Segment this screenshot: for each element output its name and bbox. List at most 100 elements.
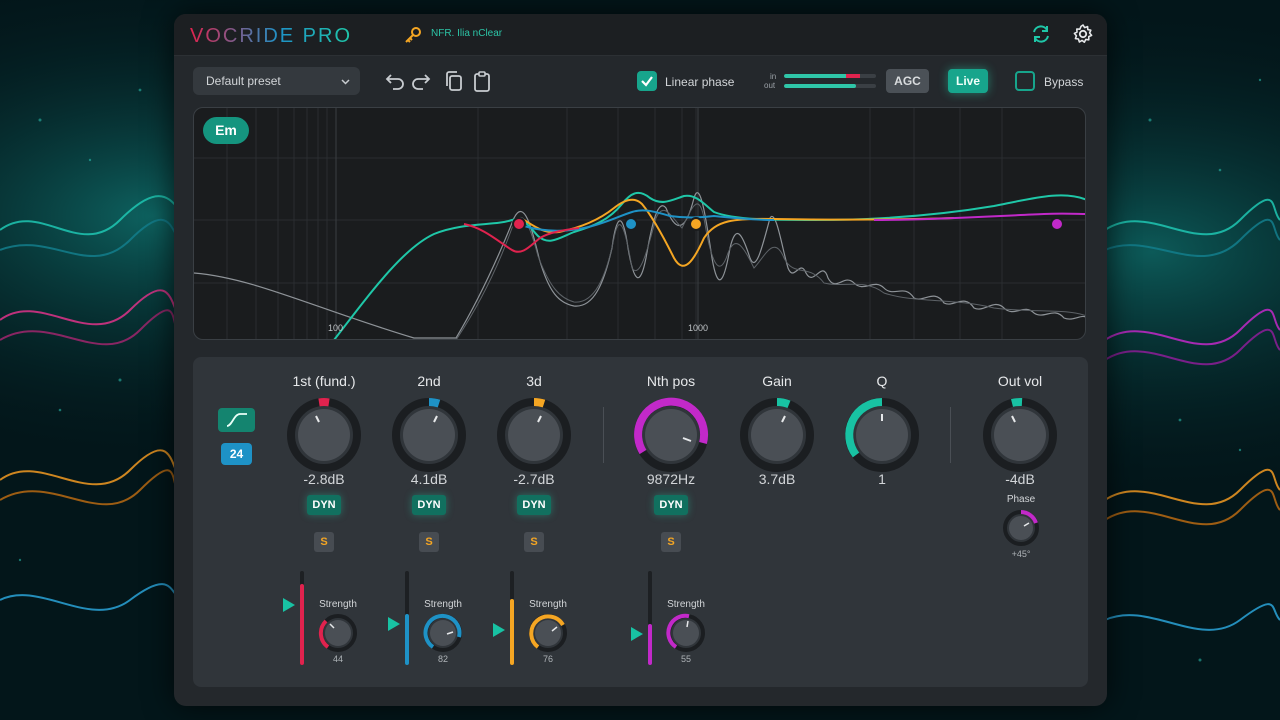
band-2-knob[interactable] xyxy=(391,397,467,473)
band-3-label: 3d xyxy=(526,373,542,389)
band-1-label: 1st (fund.) xyxy=(292,373,356,389)
band-3-solo-button[interactable]: S xyxy=(524,532,544,552)
band-3-strength-value: 76 xyxy=(542,654,553,664)
grid-lines xyxy=(194,108,1085,339)
filter-shape-button[interactable] xyxy=(218,408,255,432)
band-2-value: 4.1dB xyxy=(410,471,448,487)
band-1-knob[interactable] xyxy=(286,397,362,473)
q-knob[interactable] xyxy=(844,397,920,473)
out-vol-value: -4dB xyxy=(1005,471,1035,487)
band-2-label: 2nd xyxy=(417,373,441,389)
band-1-strength-fill xyxy=(300,584,304,665)
band-2-strength-knob[interactable] xyxy=(423,613,463,653)
band-4-strength-bar[interactable] xyxy=(648,571,652,665)
undo-icon[interactable] xyxy=(384,70,406,92)
band-4-knob[interactable] xyxy=(633,397,709,473)
output-level-meter xyxy=(784,84,876,88)
band-3-node xyxy=(689,217,703,231)
preset-dropdown[interactable]: Default preset xyxy=(193,67,360,95)
svg-text:VOCRIDE PRO: VOCRIDE PRO xyxy=(190,25,352,47)
eq-display[interactable]: Em 100 1000 xyxy=(193,107,1086,340)
band-1-strength-knob[interactable] xyxy=(318,613,358,653)
band-2-strength-arrow[interactable] xyxy=(388,617,400,631)
gain-knob[interactable] xyxy=(739,397,815,473)
chevron-down-icon xyxy=(341,79,350,85)
band-2-strength-value: 82 xyxy=(437,654,448,664)
freq-label-100: 100 xyxy=(328,323,344,333)
section-divider xyxy=(950,407,951,463)
bypass-label: Bypass xyxy=(1044,75,1084,89)
band-2-node xyxy=(624,217,638,231)
band-1-value: -2.8dB xyxy=(303,471,345,487)
band-3-knob[interactable] xyxy=(496,397,572,473)
section-divider xyxy=(603,407,604,463)
gear-icon[interactable] xyxy=(1072,23,1094,45)
band-2-strength-fill xyxy=(405,614,409,665)
band-4-value: 9872Hz xyxy=(646,471,696,487)
out-vol-knob[interactable] xyxy=(982,397,1058,473)
key-badge[interactable]: Em xyxy=(203,117,249,144)
controls-panel: 24 1st (fund.) -2.8dB DYN S 2nd 4.1dB DY… xyxy=(193,357,1088,687)
band-2-dyn-button[interactable]: DYN xyxy=(412,495,446,515)
shelf-icon xyxy=(226,413,247,427)
band-4-strength-arrow[interactable] xyxy=(631,627,643,641)
band-2-strength-bar[interactable] xyxy=(405,571,409,665)
gain-value: 3.7dB xyxy=(758,471,796,487)
agc-button[interactable]: AGC xyxy=(886,69,929,93)
input-level-meter xyxy=(784,74,876,78)
title-bar: VOCRIDE PRO NFR. Ilia nClear xyxy=(174,14,1107,56)
meter-out-label: out xyxy=(764,81,776,90)
linear-phase-checkbox[interactable] xyxy=(637,71,657,91)
band-1-solo-button[interactable]: S xyxy=(314,532,334,552)
paste-icon[interactable] xyxy=(471,70,493,92)
q-label: Q xyxy=(876,373,888,389)
spectrum-trace-secondary xyxy=(456,203,1085,339)
preset-label: Default preset xyxy=(206,74,281,88)
slope-button[interactable]: 24 xyxy=(221,443,252,465)
spectrum-trace xyxy=(194,192,1085,339)
band-3-strength-arrow[interactable] xyxy=(493,623,505,637)
band-4-solo-button[interactable]: S xyxy=(661,532,681,552)
bypass-checkbox[interactable] xyxy=(1015,71,1035,91)
band-1-node xyxy=(512,217,526,231)
band-3-value: -2.7dB xyxy=(513,471,555,487)
band-1-strength-arrow[interactable] xyxy=(283,598,295,612)
band-4-node xyxy=(1050,217,1064,231)
band-4-dyn-button[interactable]: DYN xyxy=(654,495,688,515)
q-value: 1 xyxy=(878,471,886,487)
copy-icon[interactable] xyxy=(443,70,465,92)
logo: VOCRIDE PRO xyxy=(190,25,352,47)
band-1-strength-bar[interactable] xyxy=(300,571,304,665)
band-3-strength-bar[interactable] xyxy=(510,571,514,665)
sync-icon[interactable] xyxy=(1030,23,1052,45)
band-3-strength-label: Strength xyxy=(529,599,567,610)
meter-in-label: in xyxy=(770,72,777,81)
band-4-label: Nth pos xyxy=(646,373,696,389)
gain-label: Gain xyxy=(762,373,792,389)
band-3-strength-knob[interactable] xyxy=(528,613,568,653)
check-icon xyxy=(641,76,653,87)
band-4-strength-label: Strength xyxy=(667,599,705,610)
input-peak-marker xyxy=(846,74,860,78)
live-button[interactable]: Live xyxy=(948,69,988,93)
eq-curve-band-3 xyxy=(523,198,955,267)
phase-knob[interactable] xyxy=(1002,509,1040,547)
band-2-strength-label: Strength xyxy=(424,599,462,610)
band-1-strength-value: 44 xyxy=(332,654,343,664)
plugin-window: VOCRIDE PRO NFR. Ilia nClear Default pre… xyxy=(174,14,1107,706)
license-text: NFR. Ilia nClear xyxy=(431,28,503,39)
output-level-fill xyxy=(784,84,856,88)
band-3-dyn-button[interactable]: DYN xyxy=(517,495,551,515)
band-3-strength-fill xyxy=(510,599,514,665)
eq-curve-master xyxy=(333,191,1085,339)
phase-label: Phase xyxy=(1006,494,1036,505)
band-4-strength-knob[interactable] xyxy=(666,613,706,653)
redo-icon[interactable] xyxy=(410,70,432,92)
band-2-solo-button[interactable]: S xyxy=(419,532,439,552)
band-4-strength-value: 55 xyxy=(680,654,691,664)
phase-value: +45° xyxy=(1011,549,1031,559)
linear-phase-label: Linear phase xyxy=(665,75,735,89)
band-1-dyn-button[interactable]: DYN xyxy=(307,495,341,515)
spectrum-graph[interactable] xyxy=(194,108,1086,340)
band-1-strength-label: Strength xyxy=(319,599,357,610)
